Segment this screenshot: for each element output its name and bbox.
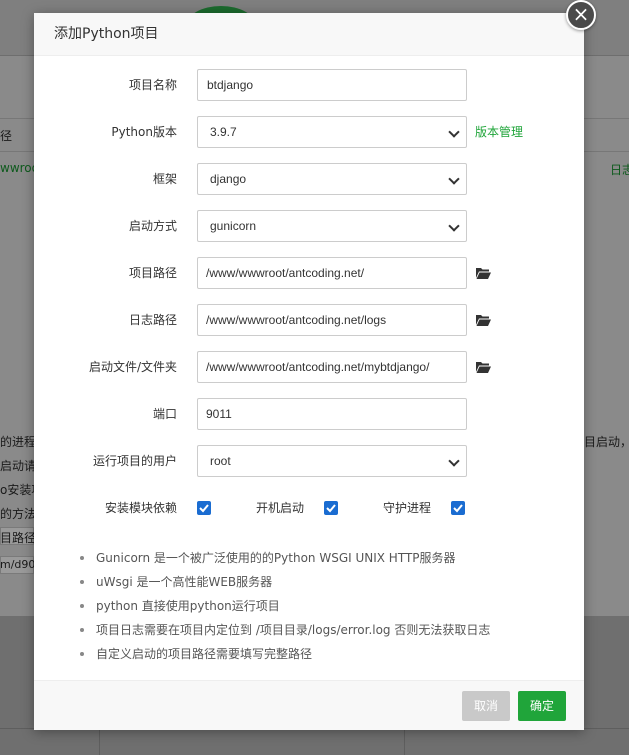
check-icon — [326, 504, 336, 513]
background-text: 日志 — [610, 163, 629, 177]
background-text: 径 — [0, 129, 13, 143]
chevron-down-icon — [448, 173, 460, 185]
background-text: o安装项 — [0, 483, 34, 497]
python-version-select[interactable]: 3.9.7 — [197, 116, 467, 148]
start-mode-row: 启动方式 gunicorn — [34, 210, 584, 242]
framework-row: 框架 django — [34, 163, 584, 195]
start-mode-value: gunicorn — [210, 219, 257, 233]
add-python-project-dialog: 添加Python项目 项目名称 btdjango Python版本 3.9.7 … — [34, 13, 584, 730]
chevron-down-icon — [448, 126, 460, 138]
run-user-label: 运行项目的用户 — [92, 454, 177, 468]
dialog-footer: 取消 确定 — [34, 680, 584, 730]
daemon-checkbox[interactable] — [451, 501, 465, 515]
install-deps-label: 安装模块依赖 — [105, 501, 178, 515]
python-version-label: Python版本 — [111, 125, 177, 139]
run-user-row: 运行项目的用户 root — [34, 445, 584, 477]
framework-value: django — [210, 172, 247, 186]
folder-open-icon[interactable] — [475, 313, 491, 327]
close-button[interactable]: × — [566, 0, 596, 30]
python-version-row: Python版本 3.9.7 版本管理 — [34, 116, 584, 148]
port-row: 端口 9011 — [34, 398, 584, 430]
autostart-checkbox[interactable] — [324, 501, 338, 515]
log-path-input[interactable]: /www/wwwroot/antcoding.net/logs — [197, 304, 467, 336]
log-path-row: 日志路径 /www/wwwroot/antcoding.net/logs — [34, 304, 584, 336]
check-icon — [453, 504, 463, 513]
run-user-select[interactable]: root — [197, 445, 467, 477]
bullet-icon — [80, 652, 84, 656]
bullet-icon — [80, 556, 84, 560]
chevron-down-icon — [448, 455, 460, 467]
startup-file-input[interactable]: /www/wwwroot/antcoding.net/mybtdjango/ — [197, 351, 467, 383]
project-path-input[interactable]: /www/wwwroot/antcoding.net/ — [197, 257, 467, 289]
framework-select[interactable]: django — [197, 163, 467, 195]
project-path-row: 项目路径 /www/wwwroot/antcoding.net/ — [34, 257, 584, 289]
project-path-label: 项目路径 — [128, 266, 177, 280]
framework-label: 框架 — [152, 172, 177, 186]
background-text: m/d9030 — [0, 558, 34, 571]
port-input[interactable]: 9011 — [197, 398, 467, 430]
bullet-icon — [80, 628, 84, 632]
start-mode-label: 启动方式 — [128, 219, 177, 233]
check-icon — [199, 504, 209, 513]
background-text: wwroo — [0, 161, 34, 175]
background-text: 启动请 — [0, 459, 34, 473]
project-name-row: 项目名称 btdjango — [34, 69, 584, 101]
python-version-value: 3.9.7 — [210, 125, 237, 139]
dialog-title: 添加Python项目 — [34, 13, 584, 56]
background-text: 的进程 — [0, 435, 34, 449]
background-text: 目启动，然 — [584, 435, 629, 449]
close-icon: × — [572, 2, 590, 26]
bullet-icon — [80, 604, 84, 608]
project-name-input[interactable]: btdjango — [197, 69, 467, 101]
folder-open-icon[interactable] — [475, 360, 491, 374]
startup-file-row: 启动文件/文件夹 /www/wwwroot/antcoding.net/mybt… — [34, 351, 584, 383]
port-label: 端口 — [152, 407, 177, 421]
start-mode-select[interactable]: gunicorn — [197, 210, 467, 242]
chevron-down-icon — [448, 220, 460, 232]
confirm-button[interactable]: 确定 — [518, 691, 566, 721]
project-name-label: 项目名称 — [128, 78, 177, 92]
options-row: 安装模块依赖 开机启动 守护进程 — [34, 492, 584, 524]
version-manage-link[interactable]: 版本管理 — [475, 116, 523, 148]
cancel-button[interactable]: 取消 — [462, 691, 510, 721]
run-user-value: root — [210, 454, 231, 468]
bullet-icon — [80, 580, 84, 584]
daemon-label: 守护进程 — [383, 501, 432, 515]
install-deps-checkbox[interactable] — [197, 501, 211, 515]
background-text: 的方法 — [0, 507, 34, 521]
background-text: 目路径 — [0, 531, 34, 545]
log-path-label: 日志路径 — [128, 313, 177, 327]
background-table-header-right — [584, 118, 629, 152]
folder-open-icon[interactable] — [475, 266, 491, 280]
startup-file-label: 启动文件/文件夹 — [88, 360, 177, 374]
autostart-label: 开机启动 — [256, 501, 305, 515]
